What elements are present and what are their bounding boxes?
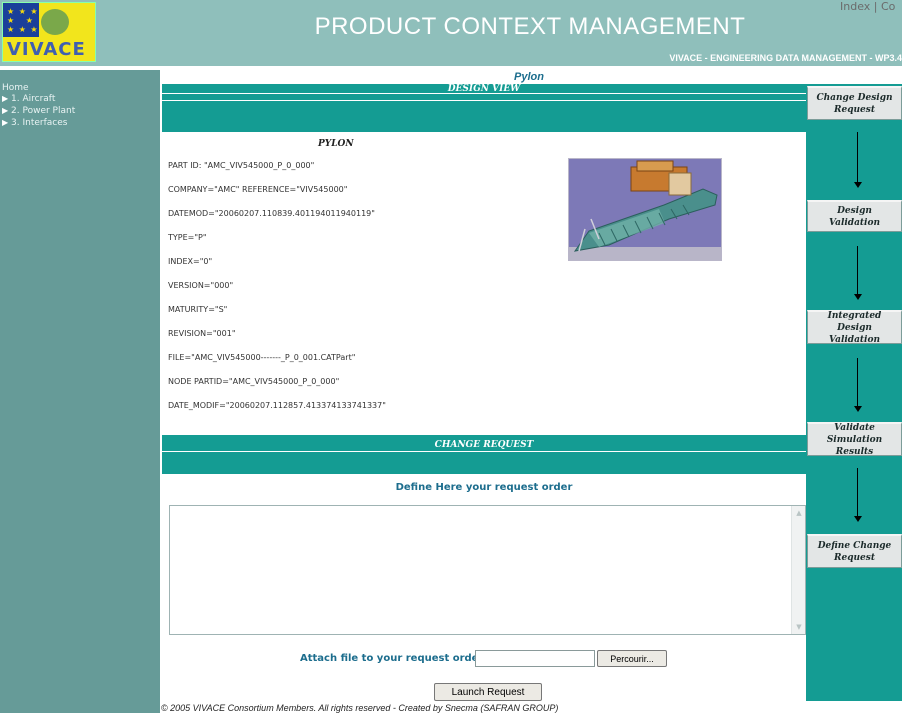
design-view-band: DESIGN VIEW xyxy=(162,84,806,132)
change-request-title: CHANGE REQUEST xyxy=(434,440,534,450)
sidebar xyxy=(0,70,160,713)
attach-file-input[interactable] xyxy=(475,650,595,667)
request-order-textarea[interactable] xyxy=(169,505,806,635)
sidebar-item-aircraft[interactable]: ▶ 1. Aircraft xyxy=(2,94,55,104)
field-type: TYPE="P" xyxy=(168,233,207,242)
field-file: FILE="AMC_VIV545000-------_P_0_001.CATPa… xyxy=(168,353,356,362)
scroll-down-icon[interactable]: ▼ xyxy=(793,621,805,633)
sidebar-item-home[interactable]: Home xyxy=(2,83,29,93)
page-subtitle: VIVACE - ENGINEERING DATA MANAGEMENT - W… xyxy=(669,53,902,63)
field-version: VERSION="000" xyxy=(168,281,234,290)
breadcrumb: Pylon xyxy=(514,71,544,83)
scroll-up-icon[interactable]: ▲ xyxy=(793,507,805,519)
part-title: PYLON xyxy=(318,139,354,149)
field-index: INDEX="0" xyxy=(168,257,213,266)
band-divider xyxy=(162,434,806,435)
field-revision: REVISION="001" xyxy=(168,329,236,338)
change-request-band: CHANGE REQUEST xyxy=(162,434,806,474)
field-datemod: DATEMOD="20060207.110839.401194011940119… xyxy=(168,209,375,218)
logo-text: VIVACE xyxy=(7,39,86,60)
workflow-step-design-validation[interactable]: Design Validation xyxy=(807,200,902,232)
mascot-figure xyxy=(41,9,69,35)
field-company: COMPANY="AMC" REFERENCE="VIV545000" xyxy=(168,185,348,194)
copyright-footer: © 2005 VIVACE Consortium Members. All ri… xyxy=(161,703,559,713)
menu-arrow-icon: ▶ xyxy=(2,118,9,127)
menu-arrow-icon: ▶ xyxy=(2,106,9,115)
menu-arrow-icon: ▶ xyxy=(2,94,9,103)
sidebar-item-interfaces[interactable]: ▶ 3. Interfaces xyxy=(2,118,67,128)
page-title: PRODUCT CONTEXT MANAGEMENT xyxy=(314,13,746,40)
down-arrow-icon xyxy=(852,246,864,302)
vivace-logo[interactable]: ★ ★ ★ ★ ★ ★ ★ ★ VIVACE xyxy=(2,2,96,62)
sidebar-item-label: 3. Interfaces xyxy=(11,118,68,128)
band-divider xyxy=(162,100,806,101)
launch-request-button[interactable]: Launch Request xyxy=(434,683,542,701)
down-arrow-icon xyxy=(852,468,864,524)
workflow-step-change-design-request[interactable]: Change Design Request xyxy=(807,86,902,120)
index-link[interactable]: Index | Co xyxy=(840,0,895,13)
sidebar-item-power-plant[interactable]: ▶ 2. Power Plant xyxy=(2,106,75,116)
design-view-title: DESIGN VIEW xyxy=(447,84,521,94)
eu-stars: ★ ★ ★ ★ ★ ★ ★ ★ xyxy=(7,7,39,34)
textarea-scrollbar[interactable]: ▲ ▼ xyxy=(791,506,805,634)
sidebar-item-label: 1. Aircraft xyxy=(11,94,56,104)
down-arrow-icon xyxy=(852,358,864,414)
request-prompt: Define Here your request order xyxy=(395,482,573,493)
browse-button[interactable]: Percourir... xyxy=(597,650,667,667)
attach-file-label: Attach file to your request order xyxy=(300,653,484,664)
pylon-3d-model-image xyxy=(568,158,722,261)
down-arrow-icon xyxy=(852,132,864,188)
field-maturity: MATURITY="S" xyxy=(168,305,228,314)
workflow-step-validate-simulation-results[interactable]: Validate Simulation Results xyxy=(807,422,902,457)
band-divider xyxy=(162,451,806,452)
workflow-step-define-change-request[interactable]: Define Change Request xyxy=(807,534,902,568)
sidebar-item-label: 2. Power Plant xyxy=(11,106,76,116)
workflow-step-integrated-design-validation[interactable]: Integrated Design Validation xyxy=(807,310,902,345)
field-part-id: PART ID: "AMC_VIV545000_P_0_000" xyxy=(168,161,315,170)
field-date-modif: DATE_MODIF="20060207.112857.413374133741… xyxy=(168,401,386,410)
field-node-partid: NODE PARTID="AMC_VIV545000_P_0_000" xyxy=(168,377,340,386)
